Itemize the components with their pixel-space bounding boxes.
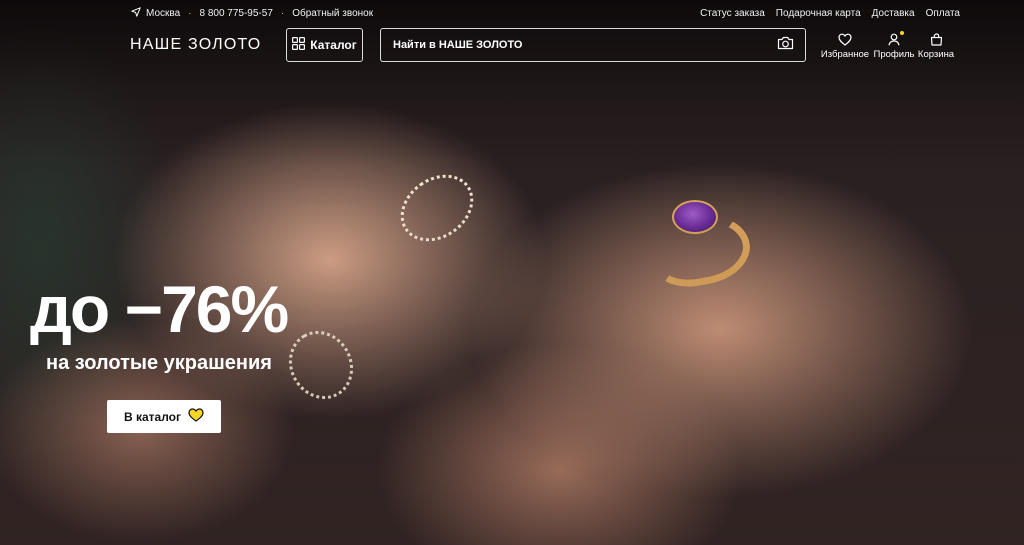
to-catalog-label: В каталог <box>123 409 182 424</box>
camera-icon[interactable] <box>777 36 794 55</box>
hero-headline: до −76% <box>30 272 289 346</box>
notification-dot <box>900 31 904 35</box>
service-links: Статус заказа Подарочная карта Доставка … <box>689 8 960 19</box>
hero-subline: на золотые украшения <box>46 352 272 374</box>
location-arrow-icon <box>131 6 141 20</box>
payment-link[interactable]: Оплата <box>926 8 960 19</box>
yellow-heart-icon <box>188 408 204 425</box>
contact-info: Москва · 8 800 775-95-57 · Обратный звон… <box>131 6 373 20</box>
order-status-link[interactable]: Статус заказа <box>700 8 765 19</box>
grid-icon <box>292 37 306 53</box>
heart-icon <box>838 31 852 47</box>
delivery-link[interactable]: Доставка <box>872 8 915 19</box>
cart-label: Корзина <box>917 49 955 60</box>
main-header: НАШЕ ЗОЛОТО Каталог Избранное <box>0 28 1024 62</box>
to-catalog-button[interactable]: В каталог <box>107 400 221 433</box>
profile-label: Профиль <box>873 49 915 60</box>
cart-link[interactable]: Корзина <box>915 31 957 60</box>
search-input[interactable] <box>393 39 753 51</box>
header-nav: Избранное Профиль Корзина <box>818 31 957 60</box>
city-label: Москва <box>146 7 181 19</box>
city-selector[interactable]: Москва <box>131 6 181 20</box>
catalog-button[interactable]: Каталог <box>286 28 363 62</box>
favorites-link[interactable]: Избранное <box>818 31 872 60</box>
separator-dot: · <box>188 7 192 19</box>
callback-link[interactable]: Обратный звонок <box>292 8 373 19</box>
catalog-button-label: Каталог <box>310 38 357 52</box>
search-bar <box>380 28 806 62</box>
separator-dot: · <box>280 7 285 19</box>
favorites-label: Избранное <box>820 49 870 60</box>
gift-card-link[interactable]: Подарочная карта <box>776 8 861 19</box>
bag-icon <box>930 31 943 47</box>
profile-link[interactable]: Профиль <box>873 31 915 60</box>
top-utility-bar: Москва · 8 800 775-95-57 · Обратный звон… <box>0 0 1024 26</box>
site-logo[interactable]: НАШЕ ЗОЛОТО <box>130 36 261 54</box>
user-icon <box>888 31 904 47</box>
phone-link[interactable]: 8 800 775-95-57 <box>199 8 272 19</box>
